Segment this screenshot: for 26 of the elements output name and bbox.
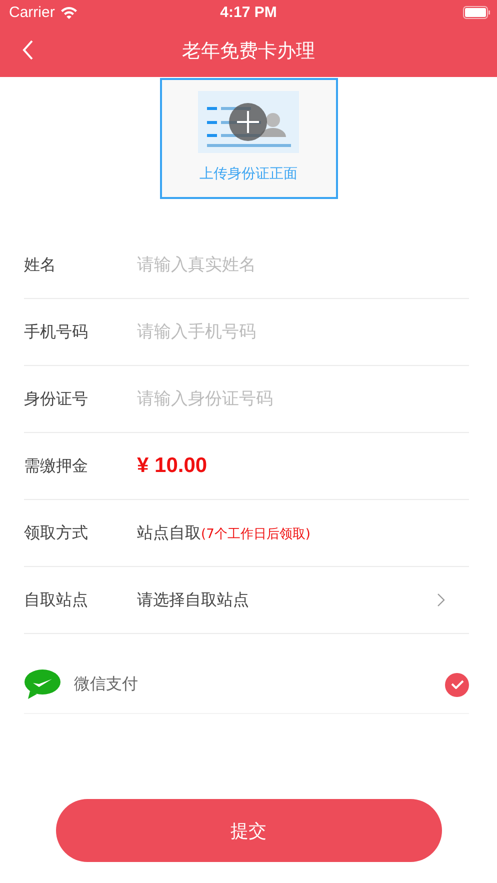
payment-label: 微信支付 xyxy=(74,674,139,695)
id-card-icon xyxy=(198,91,299,153)
deposit-amount: ¥ 10.00 xyxy=(137,454,208,478)
input-field[interactable]: 请输入身份证号码 xyxy=(137,389,469,409)
battery-icon xyxy=(463,6,491,19)
field-label: 姓名 xyxy=(24,254,57,276)
upload-button[interactable]: 上传身份证正面 xyxy=(160,78,338,199)
field-label: 领取方式 xyxy=(24,522,89,544)
status-time: 4:17 PM xyxy=(220,4,277,21)
wifi-icon xyxy=(60,6,78,19)
check-icon xyxy=(450,680,464,689)
pickup-method: 站点自取(7个工作日后领取) xyxy=(137,522,310,544)
carrier-label: Carrier xyxy=(9,4,55,21)
field-label: 身份证号 xyxy=(24,388,89,410)
field-label: 需缴押金 xyxy=(24,456,89,476)
station-select[interactable]: 请选择自取站点 xyxy=(137,590,437,610)
chevron-right-icon xyxy=(437,593,445,607)
back-button[interactable] xyxy=(22,40,34,60)
payment-radio[interactable] xyxy=(445,672,469,696)
submit-button[interactable]: 提交 xyxy=(56,799,442,862)
input-field[interactable]: 请输入手机号码 xyxy=(137,322,469,342)
input-field[interactable]: 请输入真实姓名 xyxy=(137,255,469,275)
field-label: 自取站点 xyxy=(24,590,89,610)
field-label: 手机号码 xyxy=(24,322,89,342)
page-title: 老年免费卡办理 xyxy=(182,39,315,64)
chat-bubble-icon xyxy=(24,669,61,700)
